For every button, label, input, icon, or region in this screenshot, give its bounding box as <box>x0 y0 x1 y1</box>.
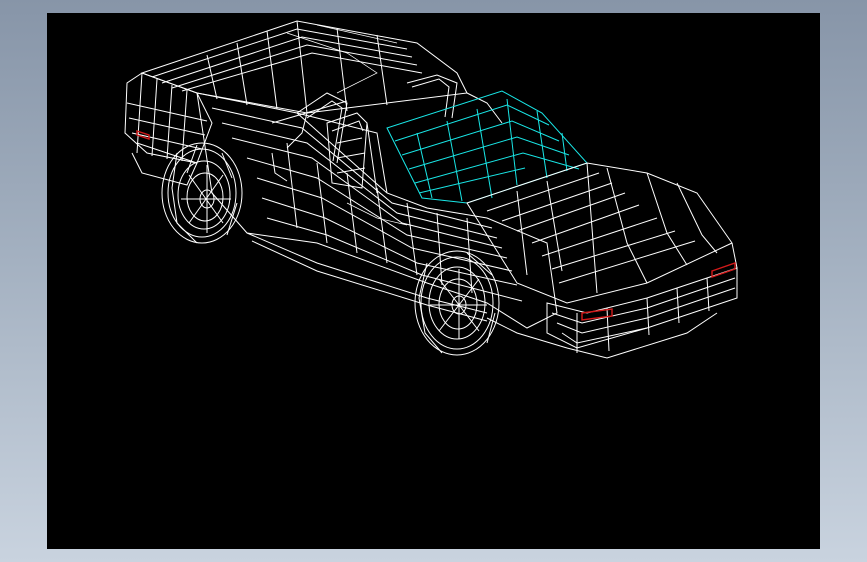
windshield <box>386 90 588 204</box>
car-wireframe-model <box>124 20 738 359</box>
rear-wheel <box>161 142 243 244</box>
rear-deck <box>140 20 468 114</box>
front-hood <box>466 162 733 304</box>
model-viewport[interactable] <box>47 13 820 549</box>
side-body <box>196 92 558 329</box>
rear-tail <box>124 72 213 186</box>
front-bumper <box>486 242 738 359</box>
